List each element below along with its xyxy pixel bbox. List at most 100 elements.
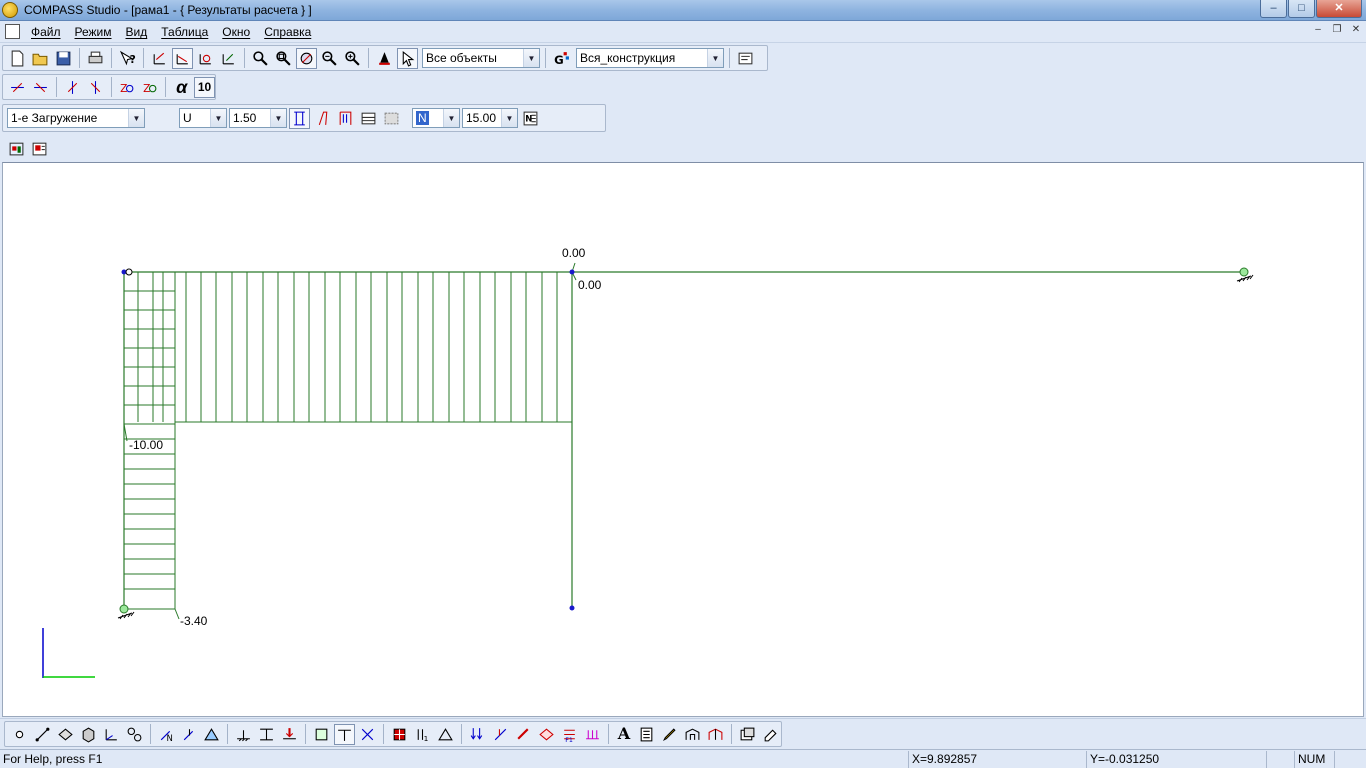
rotate-x-plus-icon[interactable] [7,77,28,98]
mdi-restore-button[interactable]: ❐ [1329,23,1345,37]
triangle-tool-icon[interactable] [435,724,456,745]
structure-tool-icon[interactable] [705,724,726,745]
group-tool-icon[interactable]: 1 [412,724,433,745]
svg-text:G: G [554,52,564,66]
diagram-frame-icon[interactable] [289,107,310,129]
rotate-z-icon[interactable] [195,48,216,69]
section-tool-icon[interactable] [311,724,332,745]
properties-icon[interactable] [735,48,756,69]
node[interactable] [569,269,575,275]
separator [607,724,609,744]
plate-number-icon[interactable] [202,724,223,745]
rotation-toolbar: Z Z α 10 [2,74,216,100]
diagram-table-icon[interactable] [358,108,379,129]
notes-tool-icon[interactable] [636,724,657,745]
force-type-select[interactable]: N ▼ [412,108,460,128]
mdi-close-button[interactable]: ✕ [1348,23,1364,37]
diagram-italic-icon[interactable] [312,108,333,129]
diagram-fill-icon[interactable] [335,108,356,129]
toolbar-row-3: 1-е Загружение ▼ U ▼ 1.50 ▼ N ▼ 15.00 ▼ N [0,103,1366,133]
zoom-out-icon[interactable] [319,48,340,69]
rotate-z-minus-icon[interactable]: Z [139,77,160,98]
pan-icon[interactable] [296,47,317,69]
scale-select[interactable]: 1.50 ▼ [229,108,287,128]
menu-help[interactable]: Справка [264,25,318,39]
minimize-button[interactable]: – [1260,0,1287,18]
load-case-select[interactable]: 1-е Загружение ▼ [7,108,145,128]
distributed-load-icon[interactable] [513,724,534,745]
node-tool-icon[interactable] [9,724,30,745]
separator [143,48,144,68]
force-table-icon[interactable]: F1 [559,724,580,745]
plate-tool-icon[interactable] [55,724,76,745]
zoom-in-icon[interactable] [342,48,363,69]
rotate-z-plus-icon[interactable]: Z [117,77,138,98]
angle-value-field[interactable]: 10 [194,76,215,98]
combination-icon[interactable] [582,724,603,745]
menu-view[interactable]: Вид [126,25,155,39]
menu-file[interactable]: Файл [31,25,68,39]
help-text: For Help, press F1 [3,752,103,766]
link-tool-icon[interactable] [124,724,145,745]
highlight-icon[interactable] [374,48,395,69]
alpha-icon[interactable]: α [171,77,192,98]
open-folder-icon[interactable] [30,48,51,69]
bar-load-icon[interactable] [490,724,511,745]
numbering-icon[interactable]: N [520,108,541,129]
load-tool-icon[interactable] [279,724,300,745]
maximize-button[interactable]: □ [1288,0,1315,18]
rotate-x-minus-icon[interactable] [30,77,51,98]
document-icon[interactable] [5,24,20,39]
material-tool-icon[interactable] [334,723,356,745]
node-load-icon[interactable] [467,724,488,745]
frame-tool-icon[interactable] [682,724,703,745]
node-number-icon[interactable]: N [156,724,177,745]
value-label: 0.00 [578,278,602,292]
menu-mode[interactable]: Режим [75,25,119,39]
eraser-tool-icon[interactable] [760,724,781,745]
print-icon[interactable] [85,48,106,69]
rotate-y-plus-icon[interactable] [62,77,83,98]
rotate-y-minus-icon[interactable] [85,77,106,98]
node[interactable] [569,605,575,611]
app-icon[interactable] [2,2,18,18]
group-icon[interactable]: G [551,48,572,69]
support-tool-icon[interactable] [233,724,254,745]
select-cursor-icon[interactable] [397,47,418,69]
font-size-select[interactable]: 15.00 ▼ [462,108,518,128]
mdi-minimize-button[interactable]: – [1310,23,1326,37]
group-filter-select[interactable]: Вся_конструкция ▼ [576,48,724,68]
context-help-icon[interactable]: ? [117,48,138,69]
plate-load-icon[interactable] [536,724,557,745]
object-toolbar: N 1 F1 A [4,721,782,747]
bar-number-icon[interactable] [179,724,200,745]
separator [383,724,385,744]
objects-filter-select[interactable]: Все объекты ▼ [422,48,540,68]
bar-tool-icon[interactable] [32,724,53,745]
hinge-tool-icon[interactable] [256,724,277,745]
menu-window[interactable]: Окно [222,25,257,39]
close-button[interactable]: ✕ [1316,0,1362,18]
rotate-free-icon[interactable] [218,48,239,69]
rotate-y-icon[interactable] [172,47,193,69]
save-icon[interactable] [53,48,74,69]
menu-table[interactable]: Таблица [161,25,215,39]
grid-tool-icon[interactable] [389,724,410,745]
zoom-window-icon[interactable] [250,48,271,69]
window-tool-icon[interactable] [737,724,758,745]
hinge-icon [125,268,133,276]
solid-tool-icon[interactable] [78,724,99,745]
axes-tool-icon[interactable] [101,724,122,745]
export-results-icon[interactable] [6,138,27,159]
zoom-region-icon[interactable] [273,48,294,69]
new-file-icon[interactable] [7,48,28,69]
diagram-grid-icon[interactable] [381,108,402,129]
report-icon[interactable] [29,138,50,159]
component-select[interactable]: U ▼ [179,108,227,128]
stiffness-tool-icon[interactable] [357,724,378,745]
pencil-tool-icon[interactable] [659,724,680,745]
title-bar: COMPASS Studio - [рама1 - { Результаты р… [0,0,1366,21]
text-tool-icon[interactable]: A [614,724,635,745]
drawing-canvas[interactable]: 0.00 0.00 -10.00 -3.40 [2,162,1364,717]
rotate-x-icon[interactable] [149,48,170,69]
